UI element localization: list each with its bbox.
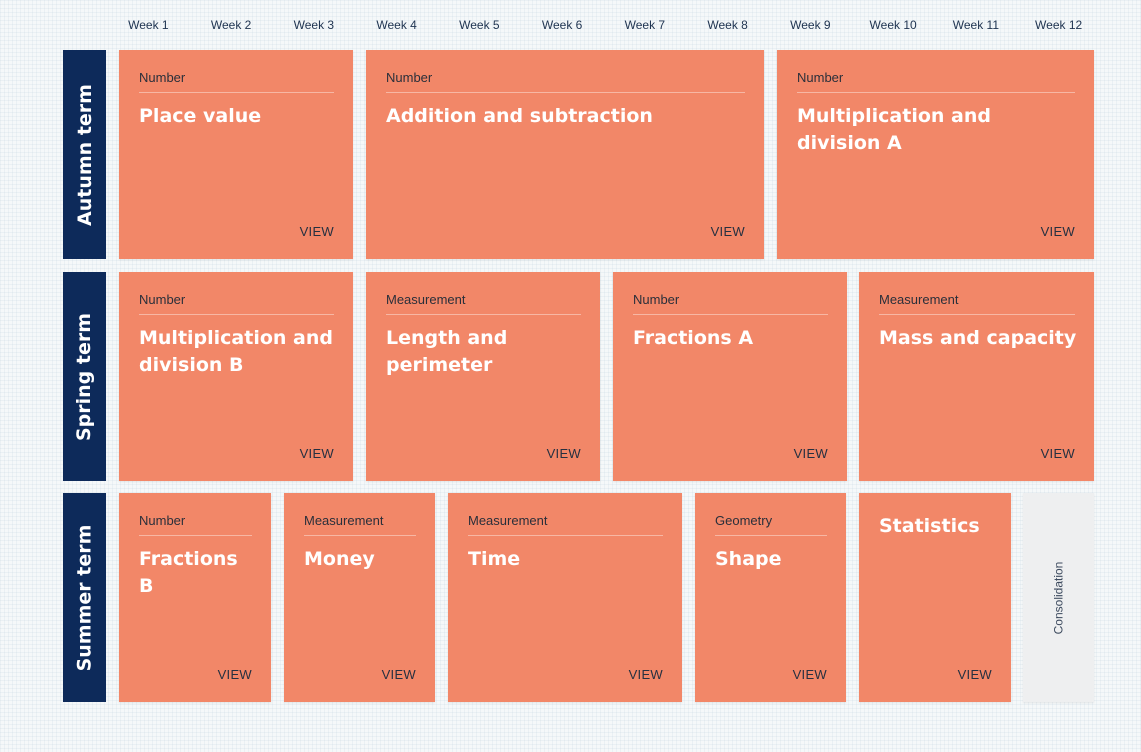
block-title: Addition and subtraction [386, 105, 653, 127]
block-category: Number [139, 292, 334, 315]
block-title: Mass and capacity [879, 327, 1077, 349]
block-card[interactable]: Statistics VIEW [859, 493, 1011, 702]
week-header: Week 1 Week 2 Week 3 Week 4 Week 5 Week … [107, 17, 1100, 33]
block-category: Number [386, 70, 745, 93]
block-card[interactable]: Geometry Shape VIEW [695, 493, 846, 702]
block-title: Place value [139, 105, 262, 127]
view-link[interactable]: VIEW [382, 667, 416, 682]
block-card[interactable]: Number Fractions B VIEW [119, 493, 271, 702]
term-label-text: Spring term [73, 312, 96, 441]
consolidation-label: Consolidation [1051, 561, 1066, 634]
block-title: Time [468, 548, 521, 570]
week-label: Week 11 [952, 18, 999, 32]
block-card[interactable]: Number Multiplication and division B VIE… [119, 272, 353, 481]
block-category: Number [139, 513, 252, 536]
week-label: Week 7 [624, 18, 666, 32]
week-label: Week 12 [1035, 18, 1083, 32]
block-title: Money [304, 548, 375, 570]
block-title: Shape [715, 548, 782, 570]
block-title: Multiplication and division A [797, 105, 991, 154]
block-category: Measurement [879, 292, 1075, 315]
block-title: Fractions A [633, 327, 754, 349]
week-label: Week 9 [790, 18, 831, 32]
block-card[interactable]: Measurement Length and perimeter VIEW [366, 272, 600, 481]
view-link[interactable]: VIEW [300, 446, 334, 461]
week-label: Week 4 [376, 18, 417, 32]
term-row-spring: Spring term Number Multiplication and di… [63, 272, 1094, 481]
block-category: Measurement [468, 513, 663, 536]
week-label: Week 1 [128, 18, 169, 32]
block-card[interactable]: Number Place value VIEW [119, 50, 353, 259]
week-label: Week 10 [869, 18, 917, 32]
view-link[interactable]: VIEW [1041, 224, 1075, 239]
week-label: Week 5 [459, 18, 500, 32]
block-title: Fractions B [139, 548, 238, 597]
view-link[interactable]: VIEW [1041, 446, 1075, 461]
view-link[interactable]: VIEW [793, 667, 827, 682]
view-link[interactable]: VIEW [629, 667, 663, 682]
block-category: Number [139, 70, 334, 93]
block-category: Geometry [715, 513, 827, 536]
term-label: Autumn term [63, 50, 106, 259]
block-card[interactable]: Measurement Time VIEW [448, 493, 682, 702]
block-card[interactable]: Measurement Money VIEW [284, 493, 435, 702]
week-label: Week 2 [210, 18, 252, 32]
term-label: Spring term [63, 272, 106, 481]
block-card[interactable]: Number Addition and subtraction VIEW [366, 50, 764, 259]
term-row-summer: Summer term Number Fractions B VIEW Meas… [63, 493, 1094, 702]
block-category: Measurement [386, 292, 581, 315]
term-row-autumn: Autumn term Number Place value VIEW Numb… [63, 50, 1094, 259]
view-link[interactable]: VIEW [547, 446, 581, 461]
consolidation-block: Consolidation [1023, 493, 1094, 702]
term-label: Summer term [63, 493, 106, 702]
block-title: Length and perimeter [386, 327, 508, 376]
block-category: Number [633, 292, 828, 315]
block-title: Multiplication and division B [139, 327, 333, 376]
view-link[interactable]: VIEW [218, 667, 252, 682]
block-category: Number [797, 70, 1075, 93]
block-card[interactable]: Measurement Mass and capacity VIEW [859, 272, 1094, 481]
view-link[interactable]: VIEW [300, 224, 334, 239]
view-link[interactable]: VIEW [958, 667, 992, 682]
term-label-text: Summer term [73, 524, 96, 671]
week-label: Week 6 [541, 18, 583, 32]
view-link[interactable]: VIEW [711, 224, 745, 239]
block-title: Statistics [879, 515, 980, 537]
block-card[interactable]: Number Fractions A VIEW [613, 272, 847, 481]
week-label: Week 3 [293, 18, 335, 32]
view-link[interactable]: VIEW [794, 446, 828, 461]
block-card[interactable]: Number Multiplication and division A VIE… [777, 50, 1094, 259]
term-label-text: Autumn term [73, 83, 96, 226]
week-label: Week 8 [707, 18, 748, 32]
block-category: Measurement [304, 513, 416, 536]
